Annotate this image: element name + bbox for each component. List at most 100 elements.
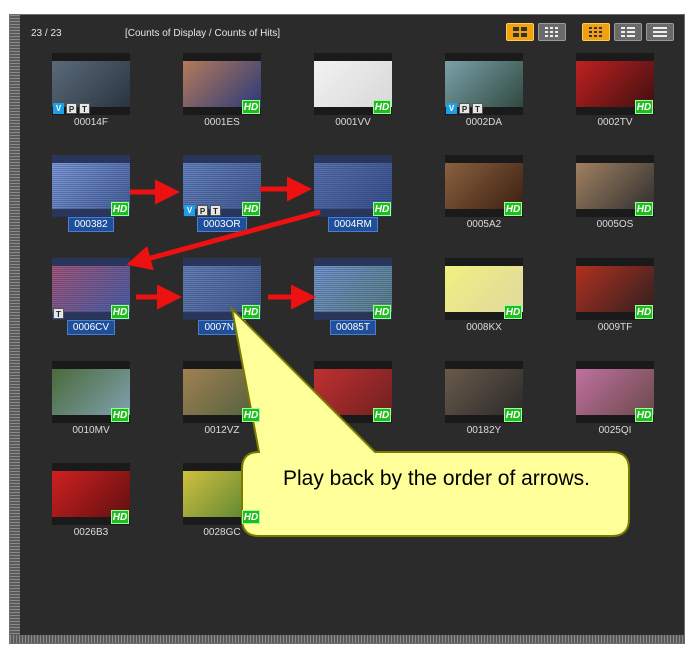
clip-thumbnail[interactable]: HD: [314, 155, 392, 217]
clip-item[interactable]: HD 0012VZ: [157, 357, 287, 449]
clip-label: 0004RM: [288, 217, 418, 232]
hd-badge: HD: [635, 305, 653, 319]
large-thumbnail-view-button[interactable]: [506, 23, 534, 41]
clip-item[interactable]: HD 000382: [26, 151, 156, 243]
clip-name: 0007N6: [198, 320, 246, 335]
clip-label: 0002TV: [550, 117, 680, 128]
clip-item[interactable]: V P T 00014F: [26, 49, 156, 141]
clip-label: 0008KX: [419, 322, 549, 333]
clip-name: 0001VV: [335, 117, 371, 128]
clip-item[interactable]: HD 00182Y: [419, 357, 549, 449]
clip-thumbnail[interactable]: V P T HD: [183, 155, 261, 217]
hd-badge: HD: [111, 510, 129, 524]
clip-name: 0028GC: [203, 527, 241, 538]
clip-label: 00085T: [288, 320, 418, 335]
clip-thumbnail[interactable]: HD: [445, 258, 523, 320]
clip-name: 0003OR: [197, 217, 247, 232]
hd-badge: HD: [504, 202, 522, 216]
clip-name: 0001ES: [204, 117, 240, 128]
hd-badge: HD: [242, 305, 260, 319]
clip-item[interactable]: V P T HD 0003OR: [157, 151, 287, 243]
clip-name: 0009TF: [597, 322, 633, 333]
hd-badge: HD: [242, 100, 260, 114]
clip-item[interactable]: HD: [288, 357, 418, 449]
thumbnail-image: [52, 61, 130, 107]
thumbnail-grid-view-button[interactable]: [582, 23, 610, 41]
clip-item[interactable]: HD 0026B3: [26, 459, 156, 551]
hd-badge: HD: [373, 408, 391, 422]
clip-label: 0001ES: [157, 117, 287, 128]
clip-thumbnail[interactable]: HD: [576, 155, 654, 217]
clip-label: [288, 425, 418, 436]
clip-thumbnail[interactable]: HD: [183, 258, 261, 320]
clip-name: [348, 424, 358, 437]
clip-item[interactable]: HD 0001VV: [288, 49, 418, 141]
thumbnail-grid-icon: [589, 27, 602, 37]
clip-thumbnail[interactable]: HD: [576, 53, 654, 115]
clip-name: 0012VZ: [204, 425, 240, 436]
clip-thumbnail[interactable]: HD: [52, 155, 130, 217]
clip-name: 0065SZ: [335, 527, 371, 538]
clip-label: 0009TF: [550, 322, 680, 333]
clip-item[interactable]: HD 0004RM: [288, 151, 418, 243]
clip-thumbnail[interactable]: HD: [445, 155, 523, 217]
text-list-icon: [653, 27, 667, 37]
clip-thumbnail[interactable]: HD: [183, 463, 261, 525]
clip-thumbnail[interactable]: HD: [576, 258, 654, 320]
text-list-view-button[interactable]: [646, 23, 674, 41]
clip-item[interactable]: HD 0005OS: [550, 151, 680, 243]
detail-list-view-button[interactable]: [614, 23, 642, 41]
clip-thumbnail[interactable]: HD: [183, 53, 261, 115]
small-thumbnail-view-button[interactable]: [538, 23, 566, 41]
text-badge: T: [210, 205, 221, 216]
panel-left-edge: [10, 15, 20, 643]
clip-name: 0008KX: [466, 322, 502, 333]
clip-label: 0003OR: [157, 217, 287, 232]
clip-thumbnail[interactable]: HD: [314, 258, 392, 320]
clip-name: 000382: [68, 217, 114, 232]
clip-item[interactable]: V P T 0002DA: [419, 49, 549, 141]
clip-thumbnail[interactable]: HD: [52, 361, 130, 423]
hd-badge: HD: [373, 100, 391, 114]
clip-label: 0001VV: [288, 117, 418, 128]
clip-thumbnail[interactable]: HD: [183, 361, 261, 423]
clip-thumbnail[interactable]: HD: [314, 361, 392, 423]
clip-label: 0025QI: [550, 425, 680, 436]
clip-thumbnail[interactable]: VPT: [52, 53, 130, 115]
hd-badge: HD: [111, 202, 129, 216]
clip-thumbnail[interactable]: HD: [576, 361, 654, 423]
clip-label: 0006CV: [26, 320, 156, 335]
clip-item[interactable]: HD 0010MV: [26, 357, 156, 449]
clip-label: 0005A2: [419, 219, 549, 230]
picture-badge: P: [197, 205, 208, 216]
clip-item[interactable]: HD 0007N6: [157, 254, 287, 346]
clip-thumbnail[interactable]: HD: [52, 463, 130, 525]
clip-name: 0005A2: [466, 219, 502, 230]
clip-thumbnail[interactable]: HD: [314, 53, 392, 115]
picture-badge: P: [459, 103, 470, 114]
clip-item[interactable]: HD 00085T: [288, 254, 418, 346]
clip-item[interactable]: HD 0009TF: [550, 254, 680, 346]
clip-thumbnail[interactable]: HD: [445, 361, 523, 423]
clip-item[interactable]: HD 0008KX: [419, 254, 549, 346]
clip-item[interactable]: HD 0025QI: [550, 357, 680, 449]
clip-thumbnail[interactable]: T HD: [52, 258, 130, 320]
clip-name: 0006CV: [66, 320, 116, 335]
clip-item[interactable]: HD 0002TV: [550, 49, 680, 141]
small-grid-icon: [545, 27, 558, 37]
hd-badge: HD: [111, 408, 129, 422]
hd-badge: HD: [635, 100, 653, 114]
clip-name: 0002TV: [597, 117, 633, 128]
hd-badge: HD: [635, 408, 653, 422]
clip-item[interactable]: HD 0001ES: [157, 49, 287, 141]
callout-text: Play back by the order of arrows.: [283, 467, 590, 490]
clip-name: 0005OS: [596, 219, 634, 230]
text-badge: T: [53, 308, 64, 319]
clip-thumbnail[interactable]: VPT: [445, 53, 523, 115]
detail-list-icon: [621, 27, 635, 37]
clip-item[interactable]: HD 0005A2: [419, 151, 549, 243]
clip-name: 0002DA: [465, 117, 503, 128]
clip-item[interactable]: HD 0028GC: [157, 459, 287, 551]
clip-name: 0004RM: [328, 217, 378, 232]
clip-item[interactable]: T HD 0006CV: [26, 254, 156, 346]
